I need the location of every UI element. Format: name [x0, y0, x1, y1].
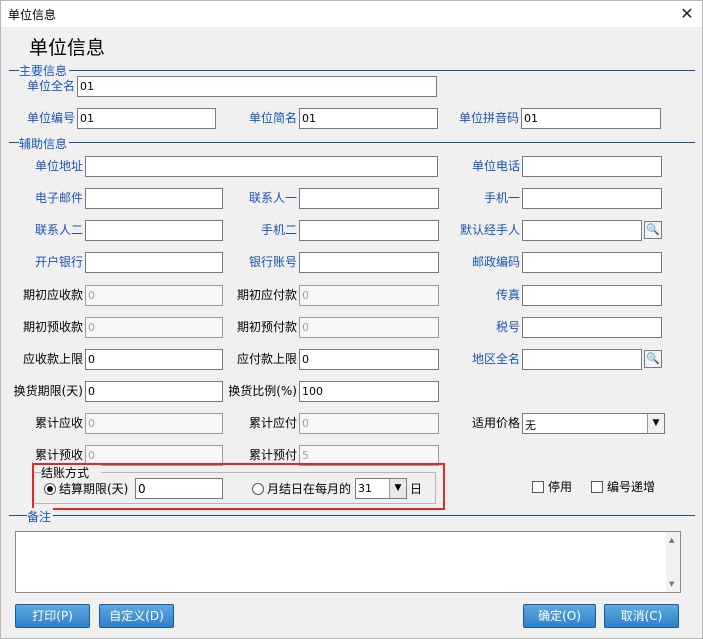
acc-prepay-label: 累计预付 [248, 448, 297, 462]
region-search-icon[interactable]: 🔍 [644, 350, 662, 368]
postcode-input[interactable] [522, 252, 662, 273]
scroll-up-icon[interactable]: ▲ [669, 536, 674, 544]
section-divider [9, 70, 695, 71]
auto-inc-checkbox-label: 编号递增 [607, 480, 656, 494]
init-prerecv-label: 期初预收款 [22, 320, 83, 334]
fax-input[interactable] [522, 285, 662, 306]
exch-ratio-input[interactable]: 100 [299, 381, 439, 402]
region-input[interactable] [522, 349, 642, 370]
close-icon[interactable]: ✕ [676, 3, 698, 25]
ok-button[interactable]: 确定(O) [523, 604, 596, 628]
acc-recv-label: 累计应收 [34, 416, 83, 430]
disabled-checkbox-label: 停用 [548, 480, 573, 494]
phone-label: 单位电话 [471, 159, 520, 173]
page-title: 单位信息 [29, 37, 106, 59]
bank-input[interactable] [85, 252, 223, 273]
chevron-down-icon[interactable]: ▼ [647, 414, 664, 433]
price-label: 适用价格 [471, 416, 520, 430]
full-name-input[interactable]: 01 [77, 76, 437, 97]
window-title: 单位信息 [8, 8, 57, 22]
email-label: 电子邮件 [34, 191, 83, 205]
auto-inc-checkbox[interactable] [591, 481, 603, 493]
pay-limit-input[interactable]: 0 [299, 349, 439, 370]
bank-label: 开户银行 [34, 255, 83, 269]
init-pay-input: 0 [299, 285, 439, 306]
address-label: 单位地址 [34, 159, 83, 173]
init-recv-input: 0 [85, 285, 223, 306]
address-input[interactable] [85, 156, 438, 177]
pay-limit-label: 应付款上限 [236, 352, 297, 366]
tax-no-label: 税号 [495, 320, 520, 334]
remark-scrollbar[interactable]: ▲ ▼ [666, 532, 680, 592]
recv-limit-label: 应收款上限 [22, 352, 83, 366]
postcode-label: 邮政编码 [471, 255, 520, 269]
handler-input[interactable] [522, 220, 642, 241]
init-prepay-input: 0 [299, 317, 439, 338]
disabled-checkbox[interactable] [532, 481, 544, 493]
account-label: 银行账号 [248, 255, 297, 269]
exch-ratio-label: 换货比例(%) [228, 384, 297, 398]
acc-pay-input: 0 [299, 413, 439, 434]
recv-limit-input[interactable]: 0 [85, 349, 223, 370]
init-prerecv-input: 0 [85, 317, 223, 338]
acc-pay-label: 累计应付 [248, 416, 297, 430]
mobile1-input[interactable] [522, 188, 662, 209]
section-divider [9, 142, 695, 143]
section-aux-title: 辅助信息 [19, 135, 70, 152]
exch-days-input[interactable]: 0 [85, 381, 223, 402]
acc-recv-input: 0 [85, 413, 223, 434]
mobile2-input[interactable] [299, 220, 439, 241]
phone-input[interactable] [522, 156, 662, 177]
acc-prerecv-label: 累计预收 [34, 448, 83, 462]
pinyin-label: 单位拼音码 [458, 111, 519, 125]
section-divider [9, 515, 695, 516]
contact2-input[interactable] [85, 220, 223, 241]
contact1-input[interactable] [299, 188, 439, 209]
short-name-label: 单位简名 [248, 111, 297, 125]
handler-search-icon[interactable]: 🔍 [644, 221, 662, 239]
email-input[interactable] [85, 188, 223, 209]
exch-days-label: 换货期限(天) [13, 384, 83, 398]
init-prepay-label: 期初预付款 [236, 320, 297, 334]
contact2-label: 联系人二 [34, 223, 83, 237]
handler-label: 默认经手人 [459, 223, 520, 237]
highlight-box [32, 463, 445, 510]
tax-no-input[interactable] [522, 317, 662, 338]
custom-button[interactable]: 自定义(D) [99, 604, 174, 628]
section-remark-title: 备注 [27, 508, 54, 525]
full-name-label: 单位全名 [26, 79, 75, 93]
account-input[interactable] [299, 252, 439, 273]
mobile1-label: 手机一 [483, 191, 520, 205]
pinyin-input[interactable]: 01 [521, 108, 661, 129]
price-value: 无 [525, 419, 536, 432]
print-button[interactable]: 打印(P) [15, 604, 90, 628]
remark-textarea[interactable]: ▲ ▼ [15, 531, 681, 593]
short-name-input[interactable]: 01 [299, 108, 438, 129]
title-bar: 单位信息 ✕ [1, 1, 702, 27]
init-recv-label: 期初应收款 [22, 288, 83, 302]
unit-info-dialog: 单位信息 ✕ 单位信息 主要信息 单位全名 01 单位编号 01 单位简名 01… [0, 0, 703, 639]
contact1-label: 联系人一 [248, 191, 297, 205]
cancel-button[interactable]: 取消(C) [604, 604, 679, 628]
fax-label: 传真 [495, 288, 520, 302]
price-select[interactable]: 无 ▼ [522, 413, 665, 434]
mobile2-label: 手机二 [260, 223, 297, 237]
region-label: 地区全名 [471, 352, 520, 366]
scroll-down-icon[interactable]: ▼ [669, 580, 674, 588]
code-input[interactable]: 01 [77, 108, 216, 129]
code-label: 单位编号 [26, 111, 75, 125]
init-pay-label: 期初应付款 [236, 288, 297, 302]
